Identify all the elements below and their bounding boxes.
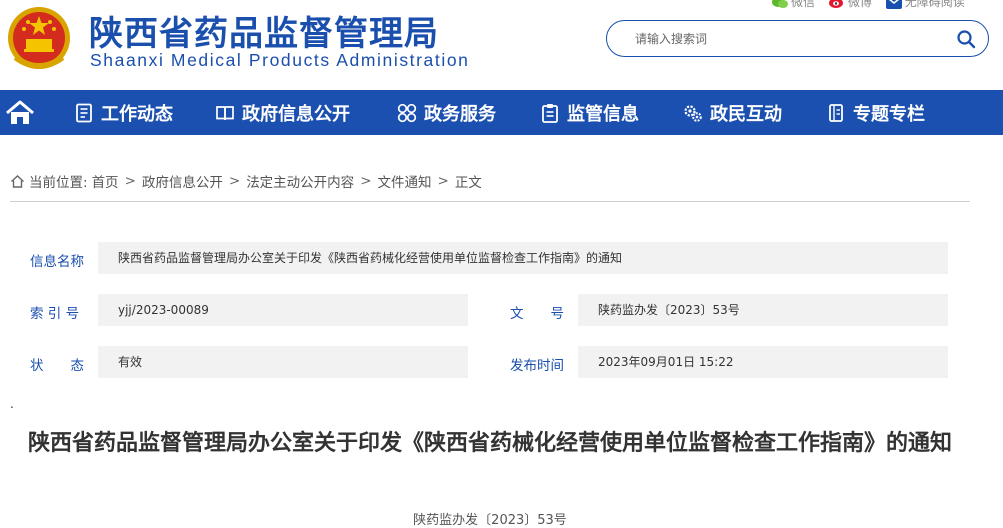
nav-label: 专题专栏 <box>853 103 925 125</box>
breadcrumb-separator: > <box>437 173 449 189</box>
weibo-label: 微博 <box>847 0 872 9</box>
breadcrumb: 当前位置: 首页 > 政府信息公开 > 法定主动公开内容 > 文件通知 > 正文 <box>10 171 482 191</box>
nav-label: 政务服务 <box>424 103 496 125</box>
site-title[interactable]: 陕西省药品监督管理局 <box>89 6 439 55</box>
breadcrumb-item-gov-info[interactable]: 政府信息公开 <box>142 171 223 191</box>
main-nav: 工作动态 政府信息公开 政务服务 监管信息 政民互动 专题专栏 <box>0 90 1003 135</box>
info-name-value: 陕西省药品监督管理局办公室关于印发《陕西省药械化经营使用单位监督检查工作指南》的… <box>98 242 948 274</box>
breadcrumb-item-notices[interactable]: 文件通知 <box>378 171 432 191</box>
info-status-value: 有效 <box>98 346 468 378</box>
breadcrumb-item-statutory[interactable]: 法定主动公开内容 <box>246 171 354 191</box>
document-list-icon <box>76 103 92 122</box>
home-icon <box>11 174 24 188</box>
wechat-link[interactable]: 微信 <box>772 0 815 10</box>
notebook-icon <box>829 103 843 122</box>
info-doc-no-label: 文 号 <box>510 306 564 322</box>
search-box <box>606 20 989 57</box>
breadcrumb-separator: > <box>228 173 241 189</box>
breadcrumb-item-home[interactable]: 首页 <box>92 171 119 191</box>
nav-item-special-topics[interactable]: 专题专栏 <box>826 90 925 135</box>
accessibility-icon <box>885 0 902 9</box>
home-icon <box>6 100 34 124</box>
weibo-icon <box>828 0 843 8</box>
nav-item-supervision[interactable]: 监管信息 <box>540 90 639 135</box>
breadcrumb-separator: > <box>360 173 372 189</box>
gears-icon <box>684 104 702 122</box>
national-emblem-icon[interactable] <box>4 2 74 76</box>
info-index-label: 索 引 号 <box>30 306 80 322</box>
info-status-label: 状 态 <box>30 358 84 374</box>
info-index-value: yjj/2023-00089 <box>98 294 468 326</box>
nav-item-gov-services[interactable]: 政务服务 <box>397 90 496 135</box>
nav-label: 工作动态 <box>101 103 173 125</box>
search-icon[interactable] <box>956 29 976 49</box>
site-subtitle: Shaanxi Medical Products Administration <box>90 50 470 70</box>
grid-circles-icon <box>397 103 417 122</box>
nav-item-interaction[interactable]: 政民互动 <box>683 90 782 135</box>
search-input[interactable] <box>635 29 935 49</box>
info-date-label: 发布时间 <box>510 358 564 374</box>
article-doc-number: 陕药监办发〔2023〕53号 <box>413 513 567 528</box>
nav-label: 政民互动 <box>710 103 782 125</box>
open-book-icon <box>216 105 234 120</box>
top-links: 微信 微博 无障碍阅读 <box>772 0 975 9</box>
weibo-link[interactable]: 微博 <box>828 0 872 10</box>
info-doc-no-value: 陕药监办发〔2023〕53号 <box>578 294 948 326</box>
breadcrumb-separator: > <box>124 173 136 189</box>
breadcrumb-prefix: 当前位置: <box>29 175 88 191</box>
breadcrumb-item-current: 正文 <box>454 175 482 191</box>
article-title: 陕西省药品监督管理局办公室关于印发《陕西省药械化经营使用单位监督检查工作指南》的… <box>27 431 952 456</box>
wechat-icon <box>772 0 788 8</box>
site-header: 陕西省药品监督管理局 Shaanxi Medical Products Admi… <box>0 0 1003 90</box>
nav-item-work-news[interactable]: 工作动态 <box>74 90 173 135</box>
info-date-value: 2023年09月01日 15:22 <box>578 346 948 378</box>
accessibility-label: 无障碍阅读 <box>904 0 965 9</box>
nav-label: 监管信息 <box>567 103 639 125</box>
nav-home[interactable] <box>0 90 40 135</box>
clipboard-icon <box>542 103 558 123</box>
stray-dot: . <box>10 397 14 411</box>
info-name-label: 信息名称 <box>30 254 84 270</box>
nav-label: 政府信息公开 <box>242 103 350 125</box>
breadcrumb-divider <box>10 201 970 202</box>
nav-item-gov-info[interactable]: 政府信息公开 <box>215 90 350 135</box>
accessibility-link[interactable]: 无障碍阅读 <box>885 0 965 10</box>
wechat-label: 微信 <box>791 0 816 9</box>
